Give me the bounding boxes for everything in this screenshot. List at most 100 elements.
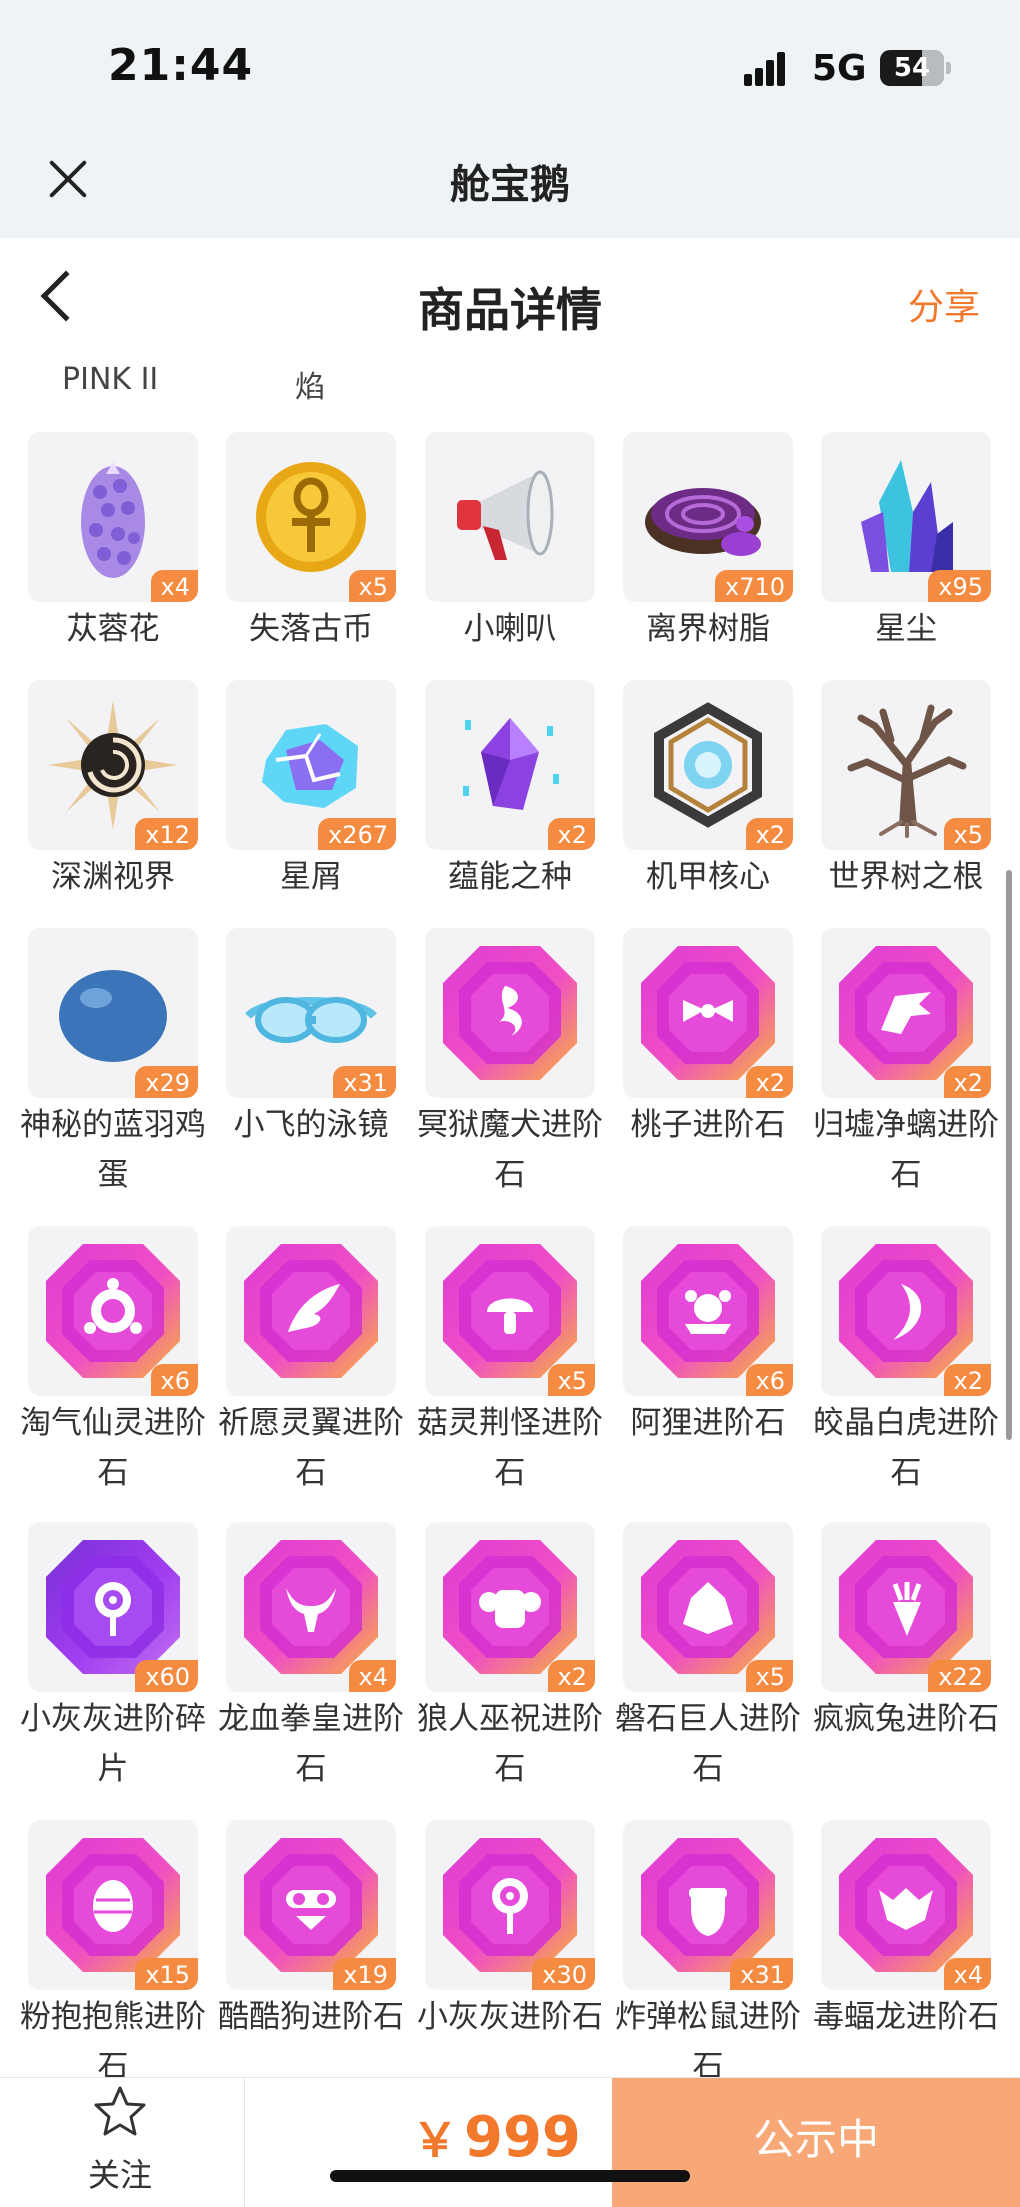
item-count: x2 bbox=[547, 818, 595, 850]
item-card[interactable]: x31 小飞的泳镜 bbox=[226, 928, 396, 1150]
item-thumbnail: x2 bbox=[821, 1226, 991, 1396]
item-name: 小喇叭 bbox=[463, 611, 557, 647]
item-name: 失落古币 bbox=[249, 611, 373, 647]
item-name: 世界树之根 bbox=[828, 859, 984, 895]
item-card[interactable]: x710 离界树脂 bbox=[623, 432, 793, 654]
item-thumbnail: x19 bbox=[226, 1820, 396, 1990]
gem-flame-icon bbox=[443, 946, 577, 1080]
item-count: x4 bbox=[348, 1660, 396, 1692]
currency-symbol: ￥ bbox=[412, 2113, 458, 2167]
item-card[interactable]: x4 苁蓉花 bbox=[28, 432, 198, 654]
item-card[interactable]: 小喇叭 bbox=[425, 432, 595, 654]
item-name: 归墟净螭进阶石 bbox=[813, 1107, 999, 1193]
follow-button[interactable]: 关注 bbox=[60, 2078, 180, 2207]
item-thumbnail: x5 bbox=[425, 1226, 595, 1396]
item-thumbnail: x5 bbox=[623, 1522, 793, 1692]
divider bbox=[244, 2078, 245, 2207]
item-card[interactable]: x5 失落古币 bbox=[226, 432, 396, 654]
item-count: x2 bbox=[745, 818, 793, 850]
item-count: x6 bbox=[150, 1364, 198, 1396]
item-name: 小灰灰进阶碎片 bbox=[20, 1701, 206, 1787]
item-name: 酷酷狗进阶石 bbox=[218, 1999, 404, 2035]
item-card[interactable]: x22 疯疯兔进阶石 bbox=[813, 1522, 999, 1744]
item-name: 疯疯兔进阶石 bbox=[813, 1701, 999, 1737]
item-card[interactable]: 冥狱魔犬进阶石 bbox=[417, 928, 603, 1200]
item-name: 桃子进阶石 bbox=[630, 1107, 786, 1143]
item-grid: x4 苁蓉花 x5 失落古币 小喇叭 x710 离界树脂 x95 星尘 x12 … bbox=[0, 0, 1020, 2207]
item-count: x2 bbox=[943, 1066, 991, 1098]
item-name: 冥狱魔犬进阶石 bbox=[417, 1107, 603, 1193]
item-card[interactable]: x5 菇灵荆怪进阶石 bbox=[417, 1226, 603, 1498]
item-name: 机甲核心 bbox=[646, 859, 770, 895]
item-count: x4 bbox=[943, 1958, 991, 1990]
item-thumbnail: x2 bbox=[623, 680, 793, 850]
item-thumbnail: x31 bbox=[623, 1820, 793, 1990]
item-card[interactable]: x2 蕴能之种 bbox=[425, 680, 595, 902]
home-indicator bbox=[330, 2170, 690, 2182]
item-card[interactable]: x12 深渊视界 bbox=[28, 680, 198, 902]
item-card[interactable]: x31 炸弹松鼠进阶石 bbox=[615, 1820, 801, 2092]
item-card[interactable]: x4 毒蝠龙进阶石 bbox=[813, 1820, 999, 2042]
item-card[interactable]: x2 机甲核心 bbox=[623, 680, 793, 902]
item-count: x29 bbox=[135, 1066, 198, 1098]
item-thumbnail: x31 bbox=[226, 928, 396, 1098]
item-thumbnail: x2 bbox=[425, 1522, 595, 1692]
item-count: x15 bbox=[135, 1958, 198, 1990]
item-card[interactable]: x5 磐石巨人进阶石 bbox=[615, 1522, 801, 1794]
item-card[interactable]: 祈愿灵翼进阶石 bbox=[218, 1226, 404, 1498]
item-card[interactable]: x5 世界树之根 bbox=[821, 680, 991, 902]
item-thumbnail bbox=[425, 928, 595, 1098]
item-thumbnail: x6 bbox=[623, 1226, 793, 1396]
item-name: 小灰灰进阶石 bbox=[417, 1999, 603, 2035]
item-card[interactable]: x30 小灰灰进阶石 bbox=[417, 1820, 603, 2042]
item-count: x2 bbox=[547, 1660, 595, 1692]
item-card[interactable]: x2 归墟净螭进阶石 bbox=[813, 928, 999, 1200]
item-thumbnail: x12 bbox=[28, 680, 198, 850]
gem-wing-icon bbox=[244, 1244, 378, 1378]
item-name: 祈愿灵翼进阶石 bbox=[218, 1405, 404, 1491]
item-card[interactable]: x95 星尘 bbox=[821, 432, 991, 654]
item-thumbnail: x2 bbox=[821, 928, 991, 1098]
scrollbar[interactable] bbox=[1006, 870, 1012, 1440]
item-count: x6 bbox=[745, 1364, 793, 1396]
item-thumbnail bbox=[425, 432, 595, 602]
item-card[interactable]: x6 淘气仙灵进阶石 bbox=[20, 1226, 206, 1498]
item-card[interactable]: x267 星屑 bbox=[226, 680, 396, 902]
item-name: 淘气仙灵进阶石 bbox=[20, 1405, 206, 1491]
price-value: 999 bbox=[464, 2105, 581, 2170]
item-count: x22 bbox=[928, 1660, 991, 1692]
item-count: x5 bbox=[547, 1364, 595, 1396]
bottom-action-bar: 关注 ￥ 999 公示中 bbox=[0, 2077, 1020, 2207]
megaphone-icon bbox=[457, 470, 554, 560]
item-name: 苁蓉花 bbox=[66, 611, 160, 647]
item-thumbnail: x30 bbox=[425, 1820, 595, 1990]
item-card[interactable]: x60 小灰灰进阶碎片 bbox=[20, 1522, 206, 1794]
item-name: 离界树脂 bbox=[646, 611, 770, 647]
item-count: x5 bbox=[745, 1660, 793, 1692]
item-card[interactable]: x19 酷酷狗进阶石 bbox=[218, 1820, 404, 2042]
item-card[interactable]: x2 桃子进阶石 bbox=[623, 928, 793, 1150]
item-card[interactable]: x15 粉抱抱熊进阶石 bbox=[20, 1820, 206, 2092]
item-name: 星尘 bbox=[875, 611, 937, 647]
price: ￥ 999 bbox=[412, 2104, 581, 2170]
item-thumbnail: x4 bbox=[821, 1820, 991, 1990]
item-thumbnail: x710 bbox=[623, 432, 793, 602]
item-card[interactable]: x4 龙血拳皇进阶石 bbox=[218, 1522, 404, 1794]
star-outline-icon bbox=[94, 2086, 146, 2136]
item-name: 毒蝠龙进阶石 bbox=[813, 1999, 999, 2035]
item-name: 小飞的泳镜 bbox=[233, 1107, 389, 1143]
item-count: x4 bbox=[150, 570, 198, 602]
item-name: 星屑 bbox=[280, 859, 342, 895]
item-card[interactable]: x6 阿狸进阶石 bbox=[623, 1226, 793, 1448]
item-card[interactable]: x29 神秘的蓝羽鸡蛋 bbox=[20, 928, 206, 1200]
item-thumbnail: x6 bbox=[28, 1226, 198, 1396]
item-count: x5 bbox=[943, 818, 991, 850]
item-count: x2 bbox=[943, 1364, 991, 1396]
item-name: 龙血拳皇进阶石 bbox=[218, 1701, 404, 1787]
item-thumbnail: x4 bbox=[226, 1522, 396, 1692]
item-name: 磐石巨人进阶石 bbox=[615, 1701, 801, 1787]
item-card[interactable]: x2 皎晶白虎进阶石 bbox=[813, 1226, 999, 1498]
public-status-button[interactable]: 公示中 bbox=[612, 2078, 1020, 2207]
item-thumbnail: x2 bbox=[425, 680, 595, 850]
item-card[interactable]: x2 狼人巫祝进阶石 bbox=[417, 1522, 603, 1794]
